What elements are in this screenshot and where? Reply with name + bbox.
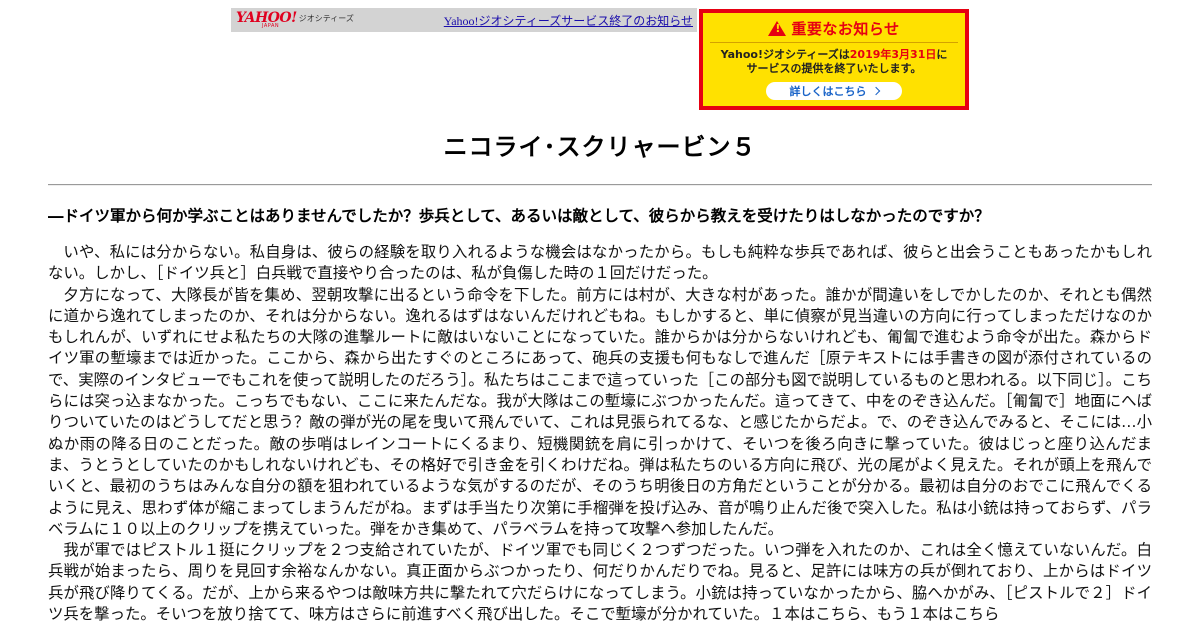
answer-paragraph: 我が軍ではピストル１挺にクリップを２つ支給されていたが、ドイツ軍でも同じく２つず…: [48, 541, 1152, 624]
notice-header: 重要なお知らせ: [768, 17, 899, 39]
notice-line-1-pre: Yahoo!ジオシティーズは: [720, 48, 850, 61]
important-notice-box[interactable]: 重要なお知らせ Yahoo!ジオシティーズは2019年3月31日に サービスの提…: [699, 9, 969, 110]
page-title: ニコライ･スクリャービン５: [443, 133, 757, 161]
warning-icon: [768, 20, 787, 36]
notice-end-date: 2019年3月31日: [849, 48, 937, 61]
notice-line-1: Yahoo!ジオシティーズは2019年3月31日に: [721, 48, 948, 62]
notice-title: 重要なお知らせ: [791, 19, 900, 38]
notice-line-2: サービスの提供を終了いたします。: [746, 62, 922, 75]
chevron-right-icon: [871, 86, 880, 96]
notice-inner: 重要なお知らせ Yahoo!ジオシティーズは2019年3月31日に サービスの提…: [703, 13, 965, 106]
notice-message: Yahoo!ジオシティーズは2019年3月31日に サービスの提供を終了いたしま…: [721, 48, 948, 76]
notice-line-1-post: に: [936, 48, 948, 61]
page: YAHOO! JAPAN ジオシティーズ Yahoo!ジオシティーズサービス終了…: [0, 0, 1200, 630]
geocities-banner: YAHOO! JAPAN ジオシティーズ Yahoo!ジオシティーズサービス終了…: [231, 8, 697, 32]
interview-question: ―ドイツ軍から何か学ぶことはありませんでしたか？歩兵として、あるいは敵として、彼…: [48, 207, 990, 225]
yahoo-geocities-logo[interactable]: YAHOO! JAPAN ジオシティーズ: [231, 8, 354, 32]
service-end-notice-link[interactable]: Yahoo!ジオシティーズサービス終了のお知らせ: [444, 12, 693, 29]
details-button-label: 詳しくはこちら: [789, 85, 867, 98]
interview-answer: いや、私には分からない。私自身は、彼らの経験を取り入れるような機会はなかったから…: [48, 242, 1152, 625]
answer-paragraph: いや、私には分からない。私自身は、彼らの経験を取り入れるような機会はなかったから…: [48, 243, 1152, 283]
yahoo-logo: YAHOO! JAPAN: [236, 11, 297, 29]
geocities-service-name: ジオシティーズ: [298, 13, 354, 23]
notice-divider: [710, 42, 958, 43]
answer-paragraph: 夕方になって、大隊長が皆を集め、翌朝攻撃に出るという命令を下した。前方には村が、…: [48, 285, 1153, 538]
horizontal-rule: [48, 184, 1152, 186]
yahoo-logo-sub: JAPAN: [262, 23, 280, 29]
details-button[interactable]: 詳しくはこちら: [766, 82, 902, 100]
